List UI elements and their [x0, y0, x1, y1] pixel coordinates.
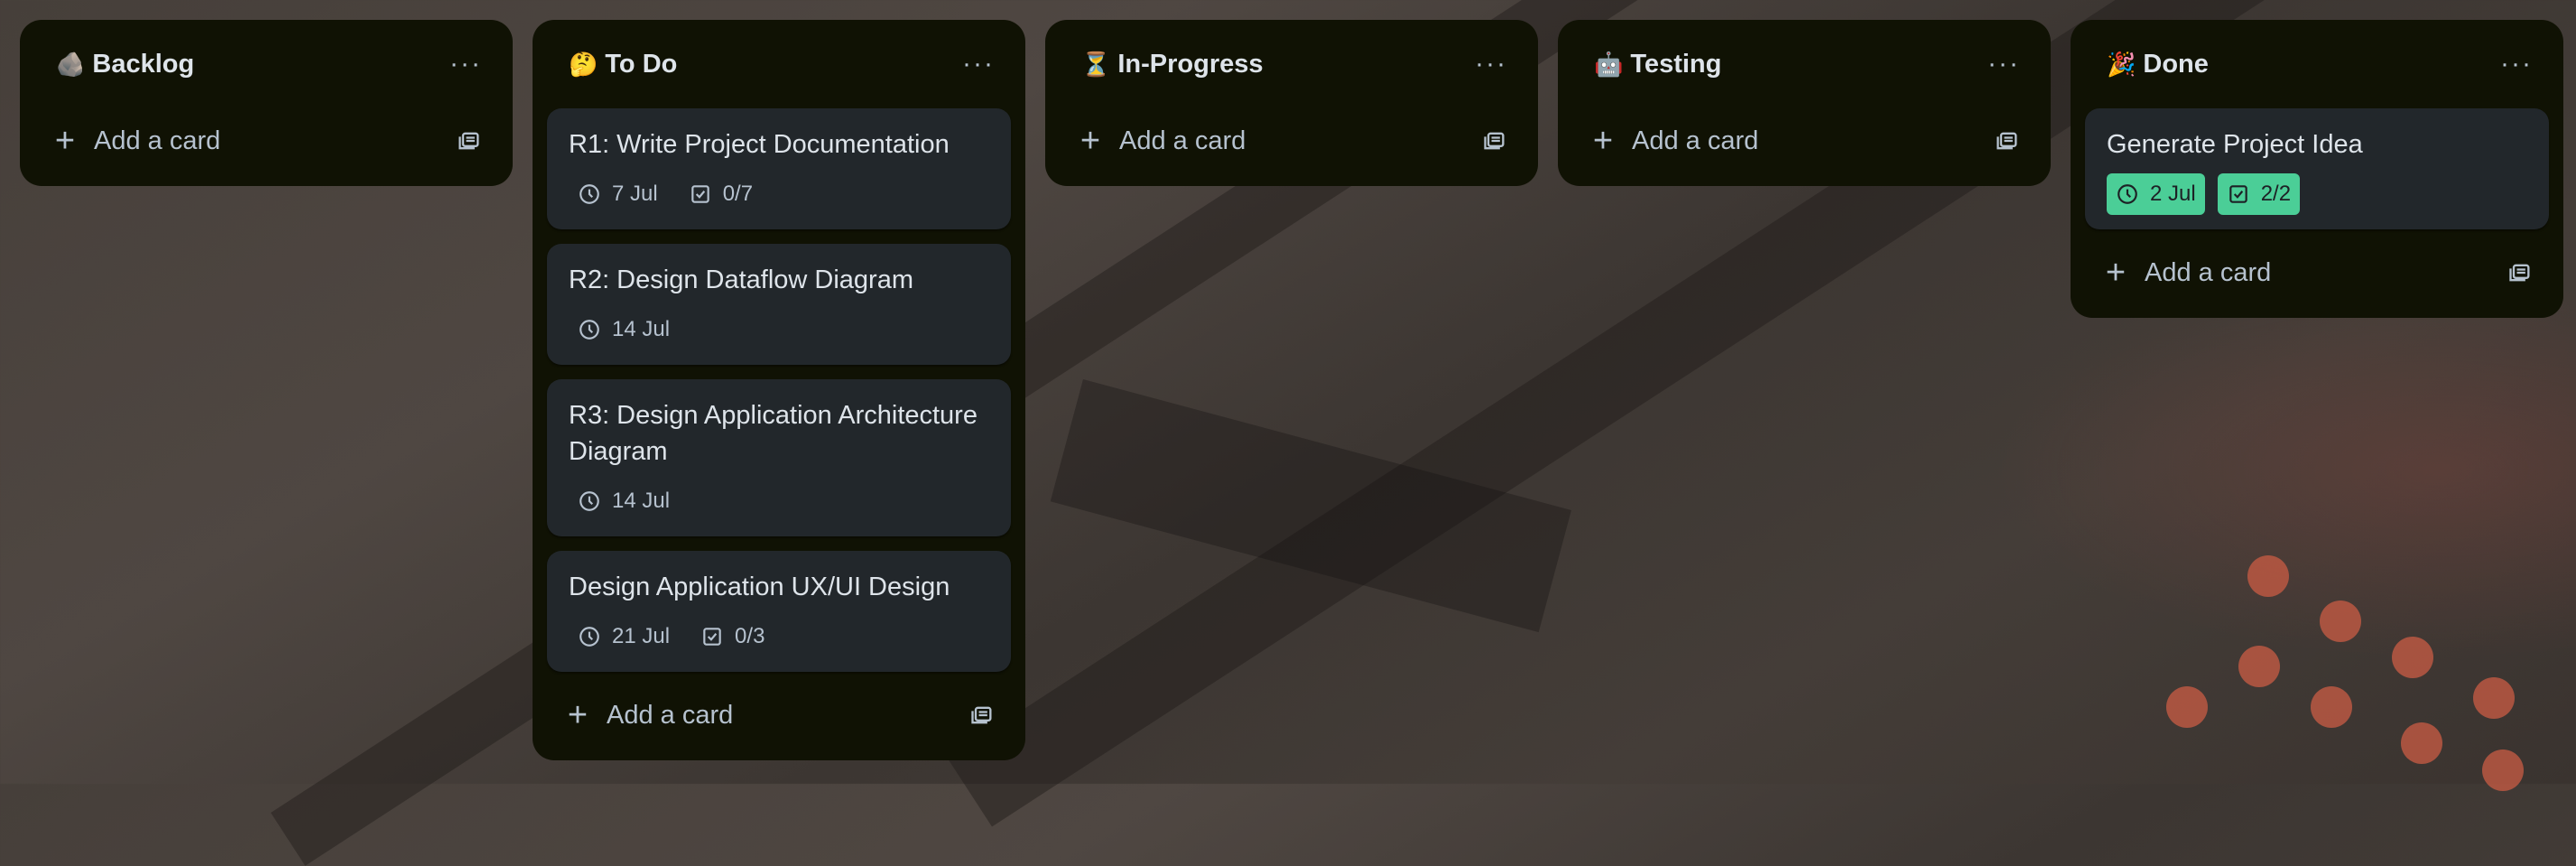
checklist-badge-complete: 2/2 — [2217, 173, 2301, 215]
card-title: R3: Design Application Architecture Diag… — [569, 401, 978, 466]
more-horizontal-icon[interactable]: ··· — [1471, 44, 1511, 84]
card-badges: 7 Jul 0/7 — [569, 173, 989, 215]
list-testing: 🤖 Testing ··· + Add a card — [1558, 20, 2051, 186]
card-badges: 21 Jul 0/3 — [569, 616, 989, 657]
add-card-button[interactable]: + Add a card — [547, 686, 962, 744]
card-template-icon[interactable] — [2500, 253, 2540, 293]
list-title-text: In-Progress — [1117, 50, 1264, 79]
add-card-button[interactable]: + Add a card — [1572, 112, 1988, 170]
list-title-text: Testing — [1630, 50, 1722, 79]
checklist-count: 2/2 — [2260, 182, 2292, 206]
clock-icon — [579, 320, 599, 340]
due-date: 2 Jul — [2150, 182, 2196, 206]
party-popper-emoji-icon: 🎉 — [2107, 51, 2136, 78]
checklist-icon — [2229, 185, 2247, 203]
list-backlog: 🪨 Backlog ··· + Add a card — [20, 20, 513, 186]
add-card-row: + Add a card — [1572, 112, 2036, 170]
clock-icon — [579, 627, 599, 647]
card-title: R1: Write Project Documentation — [569, 130, 950, 159]
clock-icon — [579, 491, 599, 511]
card-title: Generate Project Idea — [2107, 130, 2363, 159]
checklist-count: 0/3 — [735, 624, 765, 648]
more-horizontal-icon[interactable]: ··· — [446, 44, 486, 84]
due-date-badge[interactable]: 14 Jul — [569, 309, 679, 350]
list-title[interactable]: ⏳ In-Progress — [1081, 20, 1264, 108]
more-horizontal-icon[interactable]: ··· — [959, 44, 998, 84]
more-horizontal-icon[interactable]: ··· — [1984, 44, 2024, 84]
clock-icon — [579, 184, 599, 204]
list-title[interactable]: 🪨 Backlog — [56, 20, 194, 108]
list-title[interactable]: 🤖 Testing — [1594, 20, 1721, 108]
due-date-badge[interactable]: 7 Jul — [569, 173, 667, 215]
list-title-text: Done — [2143, 50, 2209, 79]
add-card-row: + Add a card — [2085, 244, 2549, 302]
add-card-label: Add a card — [1632, 126, 1759, 155]
checklist-icon — [703, 628, 721, 646]
list-title-text: To Do — [605, 50, 678, 79]
checklist-badge: 0/7 — [680, 173, 762, 215]
hourglass-emoji-icon: ⏳ — [1081, 51, 1111, 78]
clock-icon — [2117, 184, 2137, 204]
card[interactable]: R1: Write Project Documentation 7 Jul 0/… — [547, 108, 1011, 229]
list-header: ⏳ In-Progress ··· — [1060, 20, 1524, 108]
checklist-count: 0/7 — [722, 182, 754, 206]
checklist-icon — [690, 185, 709, 203]
card-badges: 14 Jul — [569, 309, 989, 350]
list-header: 🪨 Backlog ··· — [34, 20, 498, 108]
list-header: 🤔 To Do ··· — [547, 20, 1011, 108]
plus-icon: + — [1080, 121, 1101, 160]
plus-icon: + — [2105, 253, 2127, 292]
list-todo: 🤔 To Do ··· R1: Write Project Documentati… — [533, 20, 1025, 760]
plus-icon: + — [54, 121, 76, 160]
list-header: 🤖 Testing ··· — [1572, 20, 2036, 108]
due-date: 7 Jul — [612, 182, 658, 206]
list-done: 🎉 Done ··· Generate Project Idea 2 Jul 2/… — [2071, 20, 2563, 318]
card-badges: 2 Jul 2/2 — [2107, 173, 2527, 215]
card[interactable]: Generate Project Idea 2 Jul 2/2 — [2085, 108, 2549, 229]
list-title[interactable]: 🤔 To Do — [569, 20, 677, 108]
card[interactable]: Design Application UX/UI Design 21 Jul 0… — [547, 551, 1011, 672]
due-date: 14 Jul — [612, 489, 671, 513]
card-badges: 14 Jul — [569, 480, 989, 522]
add-card-label: Add a card — [607, 700, 734, 730]
card-title: Design Application UX/UI Design — [569, 573, 950, 601]
list-title-text: Backlog — [92, 50, 195, 79]
robot-emoji-icon: 🤖 — [1594, 51, 1624, 78]
add-card-row: + Add a card — [34, 112, 498, 170]
add-card-button[interactable]: + Add a card — [1060, 112, 1475, 170]
due-date: 14 Jul — [612, 317, 671, 341]
add-card-label: Add a card — [94, 126, 221, 155]
add-card-button[interactable]: + Add a card — [2085, 244, 2500, 302]
card[interactable]: R3: Design Application Architecture Diag… — [547, 379, 1011, 536]
checklist-badge: 0/3 — [691, 616, 774, 657]
add-card-row: + Add a card — [547, 686, 1011, 744]
add-card-button[interactable]: + Add a card — [34, 112, 449, 170]
card-template-icon[interactable] — [449, 121, 489, 161]
rock-emoji-icon: 🪨 — [56, 51, 86, 78]
add-card-row: + Add a card — [1060, 112, 1524, 170]
list-title[interactable]: 🎉 Done — [2107, 20, 2209, 108]
board: 🪨 Backlog ··· + Add a card 🤔 To Do ··· R1: … — [0, 0, 2576, 784]
card[interactable]: R2: Design Dataflow Diagram 14 Jul — [547, 244, 1011, 365]
plus-icon: + — [567, 695, 588, 734]
card-template-icon[interactable] — [1475, 121, 1515, 161]
plus-icon: + — [1592, 121, 1614, 160]
thinking-emoji-icon: 🤔 — [569, 51, 598, 78]
more-horizontal-icon[interactable]: ··· — [2497, 44, 2536, 84]
due-date-badge[interactable]: 14 Jul — [569, 480, 679, 522]
card-title: R2: Design Dataflow Diagram — [569, 265, 913, 294]
card-template-icon[interactable] — [1988, 121, 2027, 161]
due-date-badge[interactable]: 21 Jul — [569, 616, 679, 657]
add-card-label: Add a card — [2145, 257, 2272, 287]
list-in-progress: ⏳ In-Progress ··· + Add a card — [1045, 20, 1538, 186]
due-date-badge-complete[interactable]: 2 Jul — [2107, 173, 2205, 215]
due-date: 21 Jul — [612, 624, 671, 648]
card-template-icon[interactable] — [962, 695, 1002, 735]
add-card-label: Add a card — [1119, 126, 1246, 155]
list-header: 🎉 Done ··· — [2085, 20, 2549, 108]
